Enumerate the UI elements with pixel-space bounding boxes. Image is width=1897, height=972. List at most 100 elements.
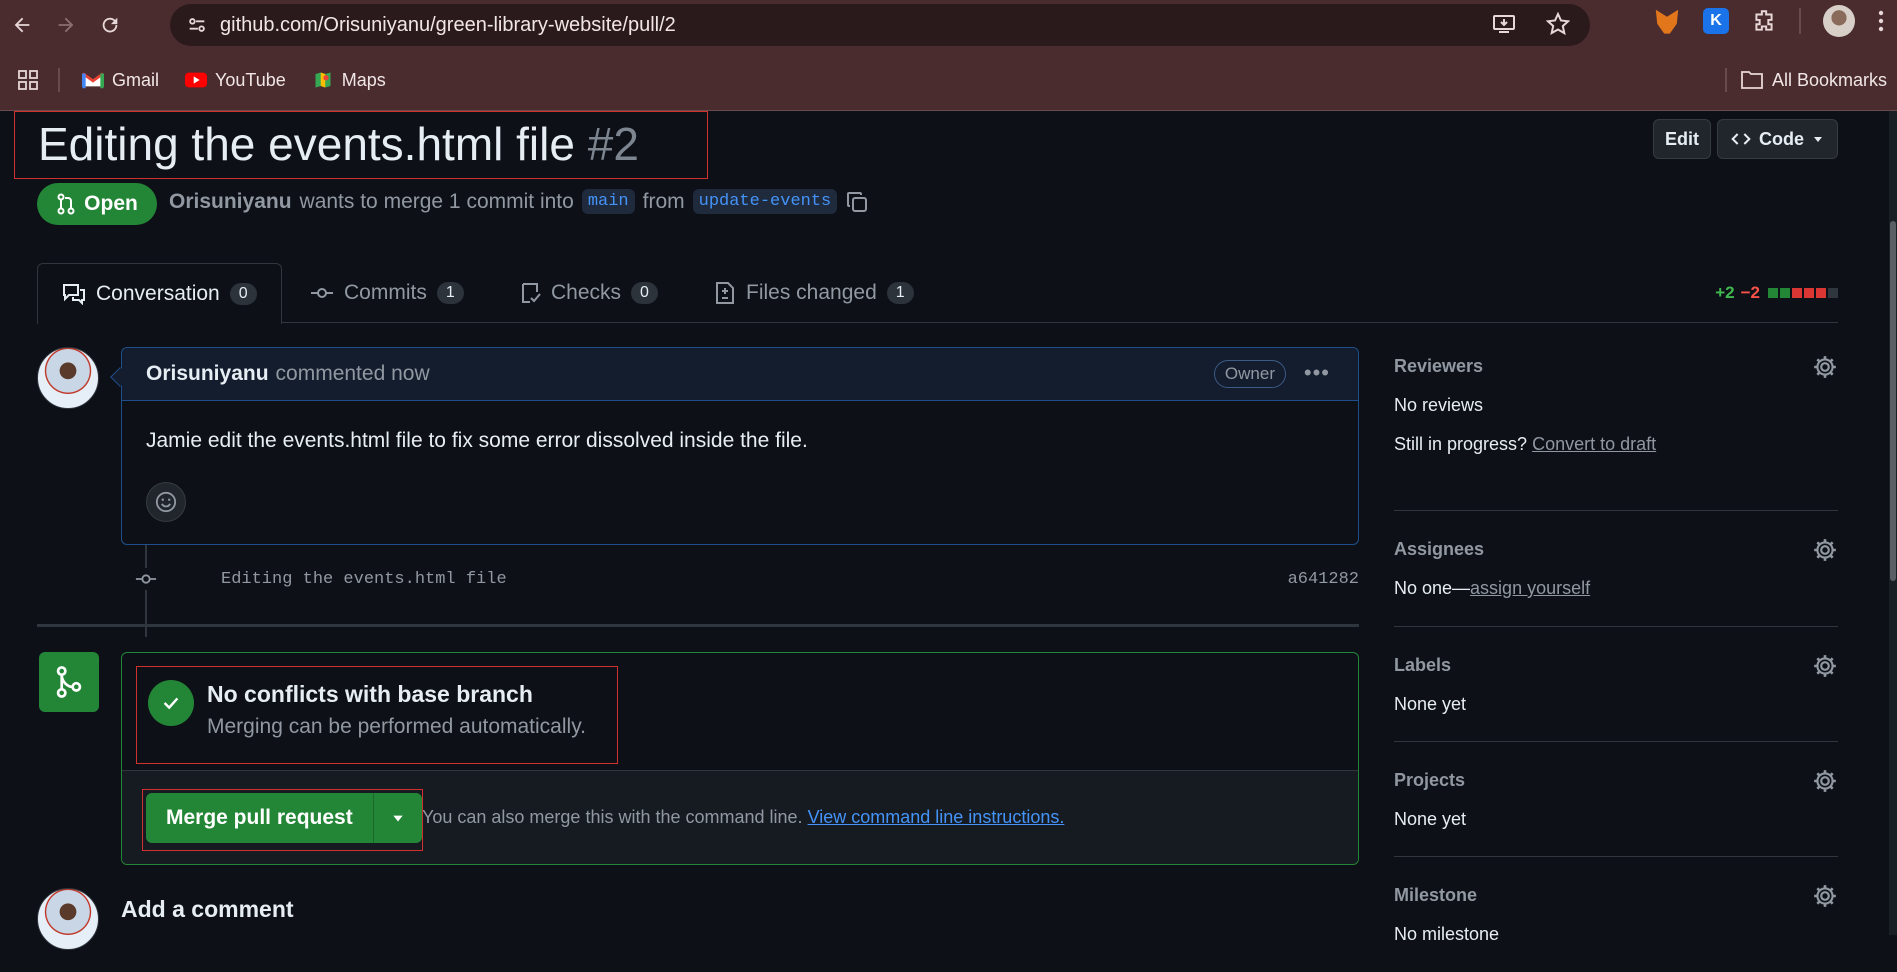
projects-section: Projects None yet xyxy=(1394,742,1838,857)
comment-author[interactable]: Orisuniyanu xyxy=(146,362,269,386)
youtube-icon xyxy=(185,72,208,88)
install-app-icon[interactable] xyxy=(1492,12,1516,36)
gmail-icon xyxy=(82,72,104,89)
reload-icon[interactable] xyxy=(90,5,130,45)
commit-icon xyxy=(135,568,157,590)
assignees-title[interactable]: Assignees xyxy=(1394,539,1484,560)
assignees-value: No one—assign yourself xyxy=(1394,578,1591,598)
merge-pull-request-button[interactable]: Merge pull request xyxy=(146,793,374,843)
page-title: Editing the events.html file #2 xyxy=(38,117,639,171)
pr-meta: Orisuniyanu wants to merge 1 commit into… xyxy=(169,189,869,214)
author-avatar[interactable] xyxy=(37,347,99,409)
gear-icon[interactable] xyxy=(1812,537,1838,563)
bookmarks-bar: Gmail YouTube Maps All Bookmarks xyxy=(0,50,1897,111)
projects-value: None yet xyxy=(1394,809,1467,829)
address-bar[interactable]: github.com/Orisuniyanu/green-library-web… xyxy=(170,4,1590,46)
conversation-icon xyxy=(63,284,85,305)
file-diff-icon xyxy=(716,282,734,304)
more-options-icon[interactable]: ••• xyxy=(1304,360,1330,386)
diffstat-square xyxy=(1828,288,1838,298)
profile-avatar[interactable] xyxy=(1823,5,1855,37)
maps-icon xyxy=(315,72,331,88)
projects-title[interactable]: Projects xyxy=(1394,770,1465,791)
diffstat: +2 −2 xyxy=(1715,283,1838,303)
copy-icon[interactable] xyxy=(845,190,869,214)
reviewers-title[interactable]: Reviewers xyxy=(1394,356,1483,377)
merge-button-group: Merge pull request xyxy=(146,793,422,843)
tab-commits[interactable]: Commits 1 xyxy=(310,263,464,323)
code-button[interactable]: Code xyxy=(1717,119,1838,159)
checklist-icon xyxy=(522,283,541,303)
labels-title[interactable]: Labels xyxy=(1394,655,1451,676)
diffstat-square xyxy=(1780,288,1790,298)
metamask-extension-icon[interactable] xyxy=(1655,9,1679,34)
diffstat-square xyxy=(1816,288,1826,298)
pull-request-icon xyxy=(57,193,75,215)
milestone-title[interactable]: Milestone xyxy=(1394,885,1477,906)
diffstat-square xyxy=(1768,288,1778,298)
owner-badge: Owner xyxy=(1213,360,1286,388)
pr-author[interactable]: Orisuniyanu xyxy=(169,190,292,214)
merge-status: No conflicts with base branch Merging ca… xyxy=(122,653,1358,770)
back-icon[interactable] xyxy=(2,5,42,45)
smiley-icon xyxy=(155,491,177,513)
page-scrollbar[interactable] xyxy=(1889,111,1897,935)
command-line-instructions-link[interactable]: View command line instructions. xyxy=(808,807,1065,827)
commit-row: Editing the events.html file a641282 xyxy=(135,564,1359,594)
convert-to-draft-link[interactable]: Convert to draft xyxy=(1532,434,1656,454)
additions-count: +2 xyxy=(1715,283,1735,302)
tab-conversation[interactable]: Conversation 0 xyxy=(37,263,282,324)
merge-method-dropdown[interactable] xyxy=(373,793,422,843)
k-extension-icon[interactable]: K xyxy=(1703,8,1729,34)
url-text: github.com/Orisuniyanu/green-library-web… xyxy=(220,13,676,36)
scrollbar-thumb[interactable] xyxy=(1890,221,1896,581)
all-bookmarks-button[interactable]: All Bookmarks xyxy=(1740,70,1887,91)
comment-card: Orisuniyanu commented now Owner ••• Jami… xyxy=(121,347,1359,545)
chrome-menu-icon[interactable] xyxy=(1877,9,1885,33)
merge-box: No conflicts with base branch Merging ca… xyxy=(121,652,1359,865)
bookmark-gmail[interactable]: Gmail xyxy=(82,70,159,91)
folder-icon xyxy=(1741,71,1763,89)
pr-sidebar: Reviewers No reviews Still in progress? … xyxy=(1394,341,1838,972)
commit-message[interactable]: Editing the events.html file xyxy=(221,570,507,589)
merge-status-title: No conflicts with base branch xyxy=(207,681,533,707)
bookmark-youtube[interactable]: YouTube xyxy=(185,70,286,91)
gear-icon[interactable] xyxy=(1812,768,1838,794)
check-circle-icon xyxy=(148,680,194,726)
commit-sha[interactable]: a641282 xyxy=(1288,570,1359,589)
bookmark-star-icon[interactable] xyxy=(1546,12,1570,36)
browser-toolbar: github.com/Orisuniyanu/green-library-web… xyxy=(0,0,1897,50)
site-settings-icon[interactable] xyxy=(186,14,208,36)
edit-button[interactable]: Edit xyxy=(1653,119,1711,159)
apps-grid-icon[interactable] xyxy=(16,68,40,92)
assign-yourself-link[interactable]: assign yourself xyxy=(1470,578,1590,598)
milestone-section: Milestone No milestone xyxy=(1394,857,1838,972)
comment-action[interactable]: commented now xyxy=(276,362,430,386)
gear-icon[interactable] xyxy=(1812,354,1838,380)
forward-icon[interactable] xyxy=(46,5,86,45)
pr-number: #2 xyxy=(587,118,639,170)
draft-prompt: Still in progress? Convert to draft xyxy=(1394,434,1657,454)
add-comment-heading: Add a comment xyxy=(121,896,294,922)
base-branch[interactable]: main xyxy=(581,189,635,214)
head-branch[interactable]: update-events xyxy=(692,189,838,214)
diffstat-bar xyxy=(1766,283,1838,303)
pr-merge-text: wants to merge 1 commit into xyxy=(299,189,574,213)
tab-checks[interactable]: Checks 0 xyxy=(519,263,658,323)
chevron-down-icon xyxy=(393,815,403,822)
merge-actions: Merge pull request You can also merge th… xyxy=(122,770,1358,864)
deletions-count: −2 xyxy=(1740,283,1760,302)
github-pr-page: Editing the events.html file #2 Edit Cod… xyxy=(0,111,1897,950)
add-reaction-button[interactable] xyxy=(146,482,186,522)
bookmark-maps[interactable]: Maps xyxy=(312,70,386,91)
merge-status-subtitle: Merging can be performed automatically. xyxy=(207,715,586,738)
gear-icon[interactable] xyxy=(1812,883,1838,909)
tab-files-changed[interactable]: Files changed 1 xyxy=(714,263,914,323)
extensions-icon[interactable] xyxy=(1751,8,1777,34)
comment-body: Jamie edit the events.html file to fix s… xyxy=(146,429,808,452)
gear-icon[interactable] xyxy=(1812,653,1838,679)
diffstat-square xyxy=(1804,288,1814,298)
pr-from-text: from xyxy=(642,189,685,213)
code-icon xyxy=(1731,133,1751,145)
current-user-avatar xyxy=(37,888,99,950)
